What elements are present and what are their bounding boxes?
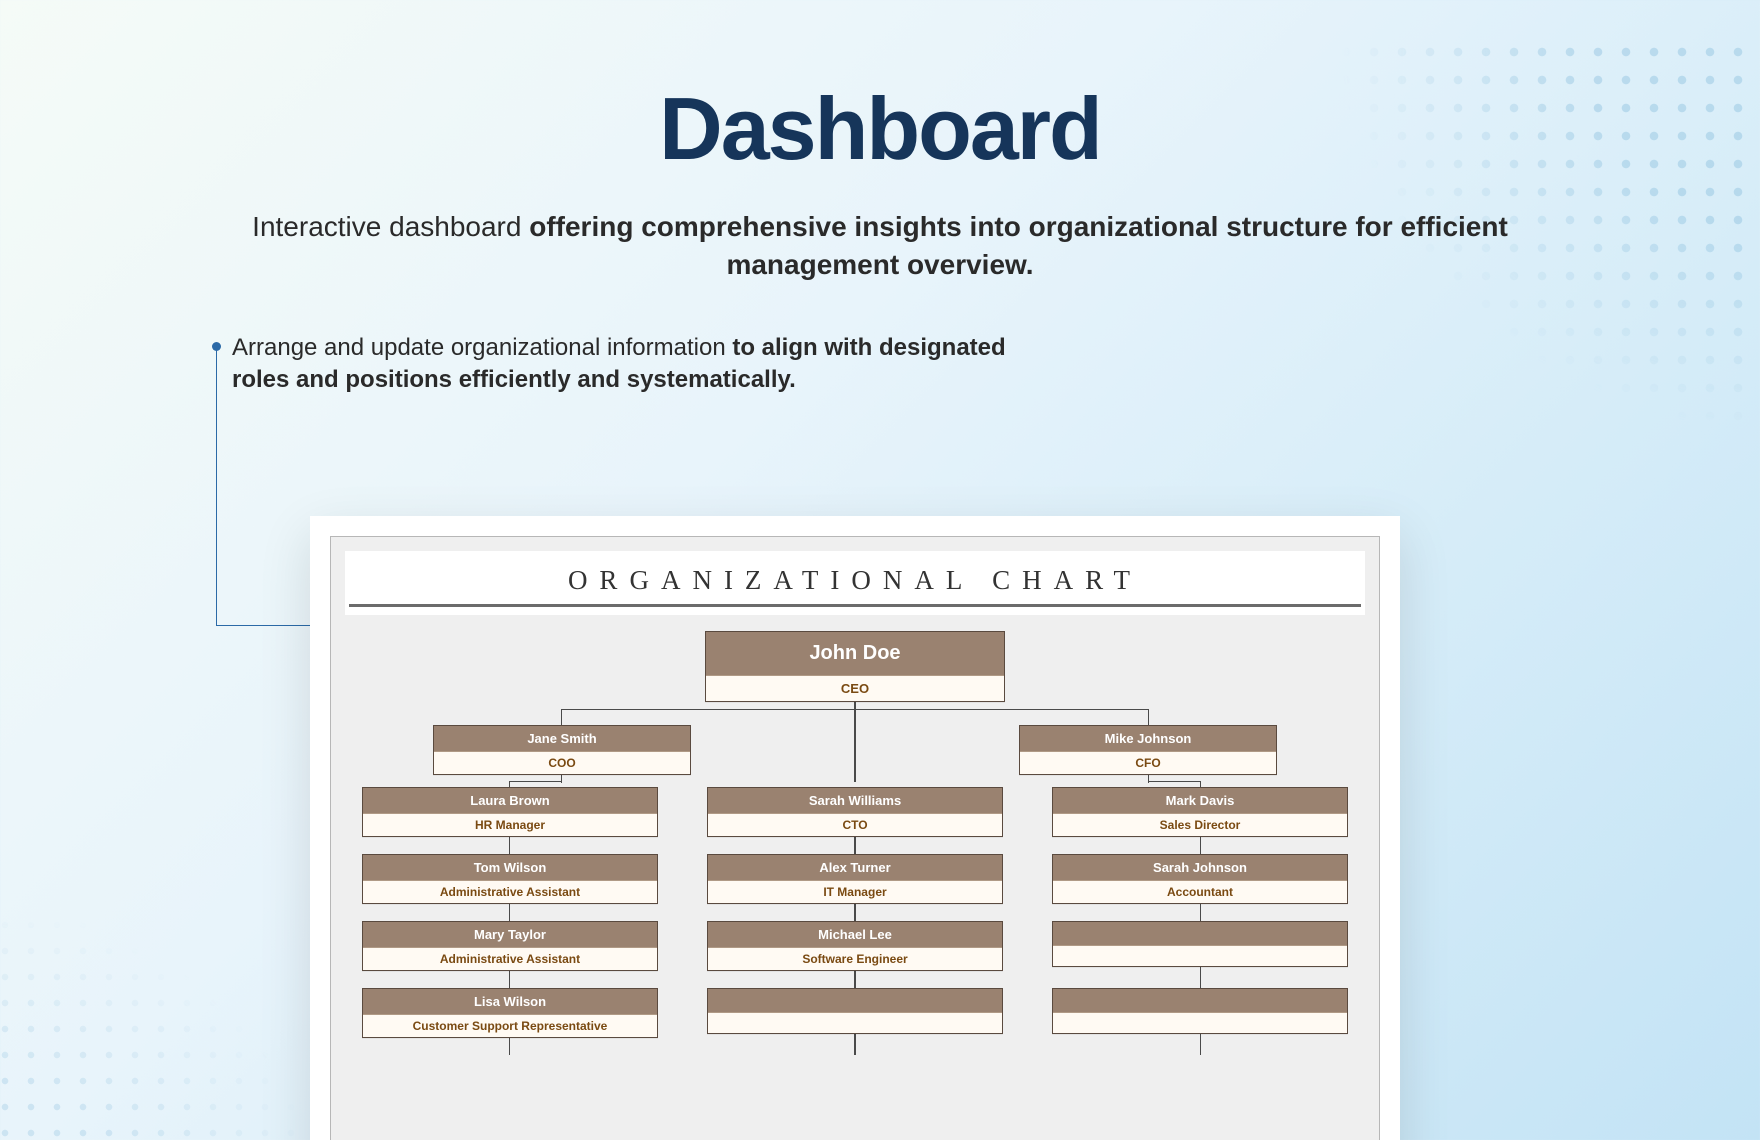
node-role: Software Engineer xyxy=(708,947,1002,970)
node-hr[interactable]: Laura Brown HR Manager xyxy=(362,787,658,837)
connector xyxy=(561,709,562,725)
connector xyxy=(854,709,855,782)
node-name: Michael Lee xyxy=(708,922,1002,947)
chart-paper: ORGANIZATIONAL CHART xyxy=(310,516,1400,1140)
node-name: Laura Brown xyxy=(363,788,657,813)
node-role: COO xyxy=(434,751,690,774)
node-name: Tom Wilson xyxy=(363,855,657,880)
node-empty-3[interactable] xyxy=(1052,988,1348,1034)
org-chart: John Doe CEO Jane Smith COO Mike Johnson… xyxy=(345,631,1365,1140)
node-role: Administrative Assistant xyxy=(363,947,657,970)
node-name xyxy=(708,989,1002,1012)
node-role: CEO xyxy=(706,675,1004,701)
node-name: Sarah Williams xyxy=(708,788,1002,813)
node-admin-assist-1[interactable]: Tom Wilson Administrative Assistant xyxy=(362,854,658,904)
node-role: Accountant xyxy=(1053,880,1347,903)
chart-canvas: ORGANIZATIONAL CHART xyxy=(330,536,1380,1140)
subtitle-bold: offering comprehensive insights into org… xyxy=(529,211,1508,280)
node-admin-assist-2[interactable]: Mary Taylor Administrative Assistant xyxy=(362,921,658,971)
node-role: CTO xyxy=(708,813,1002,836)
connector xyxy=(1148,781,1201,782)
page: Dashboard Interactive dashboard offering… xyxy=(0,78,1760,1140)
node-empty-1[interactable] xyxy=(1052,921,1348,967)
connector xyxy=(1148,709,1149,725)
node-name xyxy=(1053,922,1347,945)
node-empty-2[interactable] xyxy=(707,988,1003,1034)
node-role: CFO xyxy=(1020,751,1276,774)
node-name: Mark Davis xyxy=(1053,788,1347,813)
connector xyxy=(509,781,562,782)
page-title: Dashboard xyxy=(0,78,1760,180)
node-coo[interactable]: Jane Smith COO xyxy=(433,725,691,775)
node-it-manager[interactable]: Alex Turner IT Manager xyxy=(707,854,1003,904)
annotation-lead: Arrange and update organizational inform… xyxy=(232,334,732,361)
node-name: Alex Turner xyxy=(708,855,1002,880)
node-sales[interactable]: Mark Davis Sales Director xyxy=(1052,787,1348,837)
page-subtitle: Interactive dashboard offering comprehen… xyxy=(240,208,1520,284)
node-role: IT Manager xyxy=(708,880,1002,903)
annotation-connector-vertical xyxy=(216,346,217,626)
node-cto[interactable]: Sarah Williams CTO xyxy=(707,787,1003,837)
node-name xyxy=(1053,989,1347,1012)
node-role: Administrative Assistant xyxy=(363,880,657,903)
annotation-text: Arrange and update organizational inform… xyxy=(232,332,1052,397)
node-accountant[interactable]: Sarah Johnson Accountant xyxy=(1052,854,1348,904)
node-ceo[interactable]: John Doe CEO xyxy=(705,631,1005,702)
node-cfo[interactable]: Mike Johnson CFO xyxy=(1019,725,1277,775)
node-name: John Doe xyxy=(706,632,1004,675)
node-role xyxy=(708,1012,1002,1033)
node-role xyxy=(1053,1012,1347,1033)
chart-title: ORGANIZATIONAL CHART xyxy=(345,561,1365,598)
node-name: Jane Smith xyxy=(434,726,690,751)
node-software-engineer[interactable]: Michael Lee Software Engineer xyxy=(707,921,1003,971)
node-role: Sales Director xyxy=(1053,813,1347,836)
node-csr[interactable]: Lisa Wilson Customer Support Representat… xyxy=(362,988,658,1038)
node-name: Lisa Wilson xyxy=(363,989,657,1014)
chart-title-wrap: ORGANIZATIONAL CHART xyxy=(345,551,1365,615)
node-name: Sarah Johnson xyxy=(1053,855,1347,880)
node-name: Mary Taylor xyxy=(363,922,657,947)
node-role xyxy=(1053,945,1347,966)
subtitle-lead: Interactive dashboard xyxy=(252,211,529,242)
node-role: Customer Support Representative xyxy=(363,1014,657,1037)
chart-title-rule xyxy=(349,604,1361,607)
node-role: HR Manager xyxy=(363,813,657,836)
node-name: Mike Johnson xyxy=(1020,726,1276,751)
